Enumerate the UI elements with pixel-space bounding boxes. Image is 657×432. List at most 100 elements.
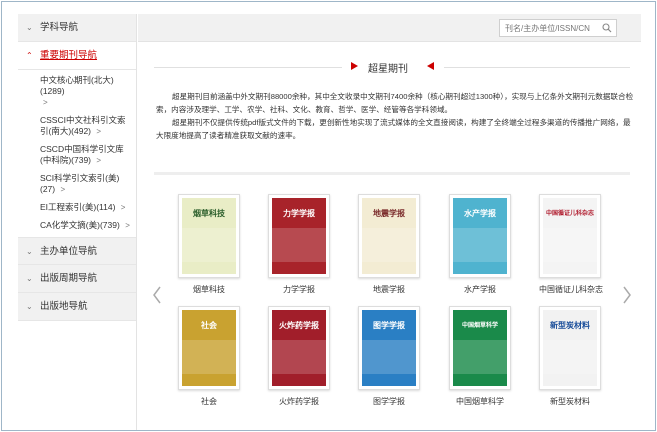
divider <box>444 67 630 68</box>
journal-cover-image[interactable]: 社会 <box>178 306 240 390</box>
sub-item-label: 中文核心期刊(北大)(1289) <box>40 75 114 96</box>
cover-decoration <box>543 340 597 374</box>
journal-name[interactable]: 新型炭材料 <box>539 396 601 407</box>
sub-item-ca[interactable]: CA化学文摘(美)(739) > <box>40 215 132 237</box>
description-paragraph: 超星期刊不仅提供传统pdf版式文件的下载，更创新性地实现了流式媒体的全文直接阅读… <box>156 118 631 140</box>
journal-cover-image[interactable]: 新型炭材料 <box>539 306 601 390</box>
cover-decoration <box>453 340 507 374</box>
journal-cover-art: 水产学报 <box>453 198 507 274</box>
sub-item-pku-core[interactable]: 中文核心期刊(北大)(1289) > <box>40 70 132 110</box>
journal-cover-title: 力学学报 <box>283 209 315 218</box>
nav-sponsor-label: 主办单位导航 <box>40 246 98 257</box>
description: 超星期刊目前涵盖中外文期刊88000余种，其中全文收录中文期刊7400余种（核心… <box>156 90 634 142</box>
journal-cover-art: 社会 <box>182 310 236 386</box>
journal-name[interactable]: 图学学报 <box>358 396 420 407</box>
journal-card[interactable]: 新型炭材料 新型炭材料 <box>539 306 601 407</box>
chevron-right-icon: > <box>125 221 130 230</box>
journal-name[interactable]: 中国循证儿科杂志 <box>539 284 603 295</box>
top-bar <box>138 14 641 42</box>
triangle-right-icon <box>351 62 358 70</box>
search-input[interactable] <box>500 20 600 36</box>
journal-card[interactable]: 水产学报 水产学报 <box>449 194 511 295</box>
journal-name[interactable]: 力学学报 <box>268 284 330 295</box>
important-journals-list: 中文核心期刊(北大)(1289) > CSSCI中文社科引文索引(南大)(492)… <box>18 70 136 237</box>
sub-item-cssci[interactable]: CSSCI中文社科引文索引(南大)(492) > <box>40 110 132 139</box>
journal-cover-art: 中国烟草科学 <box>453 310 507 386</box>
sub-item-sci[interactable]: SCI科学引文索引(美)(27) > <box>40 168 132 197</box>
journal-cover-image[interactable]: 烟草科技 <box>178 194 240 278</box>
nav-place[interactable]: ⌄ 出版地导航 <box>18 293 136 321</box>
journal-card[interactable]: 地震学报 地震学报 <box>358 194 420 295</box>
journal-cover-image[interactable]: 中国循证儿科杂志 <box>539 194 601 278</box>
journal-cover-image[interactable]: 图学学报 <box>358 306 420 390</box>
journal-name[interactable]: 地震学报 <box>358 284 420 295</box>
journal-cover-art: 新型炭材料 <box>543 310 597 386</box>
cover-decoration <box>182 340 236 374</box>
journal-card[interactable]: 烟草科技 烟草科技 <box>178 194 240 295</box>
chevron-right-icon: > <box>96 127 102 136</box>
journal-cover-image[interactable]: 地震学报 <box>358 194 420 278</box>
journal-cover-title: 图学学报 <box>373 321 405 330</box>
journal-cover-art: 烟草科技 <box>182 198 236 274</box>
triangle-left-icon <box>427 62 434 70</box>
journal-cover-title: 火炸药学报 <box>279 321 319 330</box>
section-title: 超星期刊 <box>368 64 408 75</box>
sidebar: ⌄ 学科导航 ⌃ 重要期刊导航 中文核心期刊(北大)(1289) > CSSCI中文社… <box>18 14 137 430</box>
journal-card[interactable]: 火炸药学报 火炸药学报 <box>268 306 330 407</box>
separator <box>154 172 630 175</box>
sub-item-label: SCI科学引文索引(美)(27) <box>40 173 120 194</box>
sub-item-label: CSSCI中文社科引文索引(南大)(492) <box>40 115 126 136</box>
cover-decoration <box>182 228 236 262</box>
sub-item-label: CSCD中国科学引文库(中科院)(739) <box>40 144 124 165</box>
divider <box>154 67 342 68</box>
journal-cover-art: 图学学报 <box>362 310 416 386</box>
chevron-right-icon: > <box>43 98 48 107</box>
description-paragraph: 超星期刊目前涵盖中外文期刊88000余种，其中全文收录中文期刊7400余种（核心… <box>156 92 634 114</box>
carousel-next-icon[interactable] <box>622 286 632 304</box>
journal-cover-title: 新型炭材料 <box>550 321 590 330</box>
journal-cover-art: 中国循证儿科杂志 <box>543 198 597 274</box>
journal-cover-art: 地震学报 <box>362 198 416 274</box>
chevron-right-icon: > <box>120 203 126 212</box>
journal-name[interactable]: 火炸药学报 <box>268 396 330 407</box>
nav-place-label: 出版地导航 <box>40 301 88 312</box>
chevron-up-icon: ⌃ <box>26 51 33 60</box>
nav-cycle[interactable]: ⌄ 出版周期导航 <box>18 265 136 293</box>
journal-cover-image[interactable]: 力学学报 <box>268 194 330 278</box>
nav-subject-label: 学科导航 <box>40 22 79 33</box>
sub-item-ei[interactable]: EI工程索引(美)(114) > <box>40 197 132 215</box>
sub-item-cscd[interactable]: CSCD中国科学引文库(中科院)(739) > <box>40 139 132 168</box>
journal-cover-image[interactable]: 水产学报 <box>449 194 511 278</box>
journal-card[interactable]: 社会 社会 <box>178 306 240 407</box>
nav-subject[interactable]: ⌄ 学科导航 <box>18 14 136 42</box>
journal-name[interactable]: 烟草科技 <box>178 284 240 295</box>
cover-decoration <box>453 228 507 262</box>
chevron-right-icon: > <box>60 185 66 194</box>
journal-cover-art: 力学学报 <box>272 198 326 274</box>
nav-important-journals-label: 重要期刊导航 <box>40 50 98 61</box>
journal-cover-title: 烟草科技 <box>193 209 225 218</box>
journal-cover-image[interactable]: 火炸药学报 <box>268 306 330 390</box>
journal-name[interactable]: 水产学报 <box>449 284 511 295</box>
nav-cycle-label: 出版周期导航 <box>40 273 98 284</box>
cover-decoration <box>362 340 416 374</box>
journal-cover-image[interactable]: 中国烟草科学 <box>449 306 511 390</box>
journal-name[interactable]: 社会 <box>178 396 240 407</box>
journal-card[interactable]: 中国循证儿科杂志 中国循证儿科杂志 <box>539 194 603 295</box>
sub-item-label: EI工程索引(美)(114) <box>40 202 116 212</box>
journal-cover-art: 火炸药学报 <box>272 310 326 386</box>
nav-important-journals[interactable]: ⌃ 重要期刊导航 <box>18 42 136 70</box>
carousel-prev-icon[interactable] <box>152 286 162 304</box>
journal-card[interactable]: 力学学报 力学学报 <box>268 194 330 295</box>
journal-card[interactable]: 中国烟草科学 中国烟草科学 <box>449 306 511 407</box>
search-icon[interactable] <box>602 23 612 33</box>
journal-cover-title: 中国循证儿科杂志 <box>545 211 594 217</box>
journal-name[interactable]: 中国烟草科学 <box>449 396 511 407</box>
chevron-down-icon: ⌄ <box>26 247 33 256</box>
page-frame: ⌄ 学科导航 ⌃ 重要期刊导航 中文核心期刊(北大)(1289) > CSSCI中文社… <box>1 1 656 431</box>
cover-decoration <box>272 228 326 262</box>
main-content: 超星期刊 超星期刊目前涵盖中外文期刊88000余种，其中全文收录中文期刊7400… <box>138 14 641 430</box>
nav-sponsor[interactable]: ⌄ 主办单位导航 <box>18 237 136 265</box>
journal-card[interactable]: 图学学报 图学学报 <box>358 306 420 407</box>
journal-cover-title: 中国烟草科学 <box>461 323 498 329</box>
